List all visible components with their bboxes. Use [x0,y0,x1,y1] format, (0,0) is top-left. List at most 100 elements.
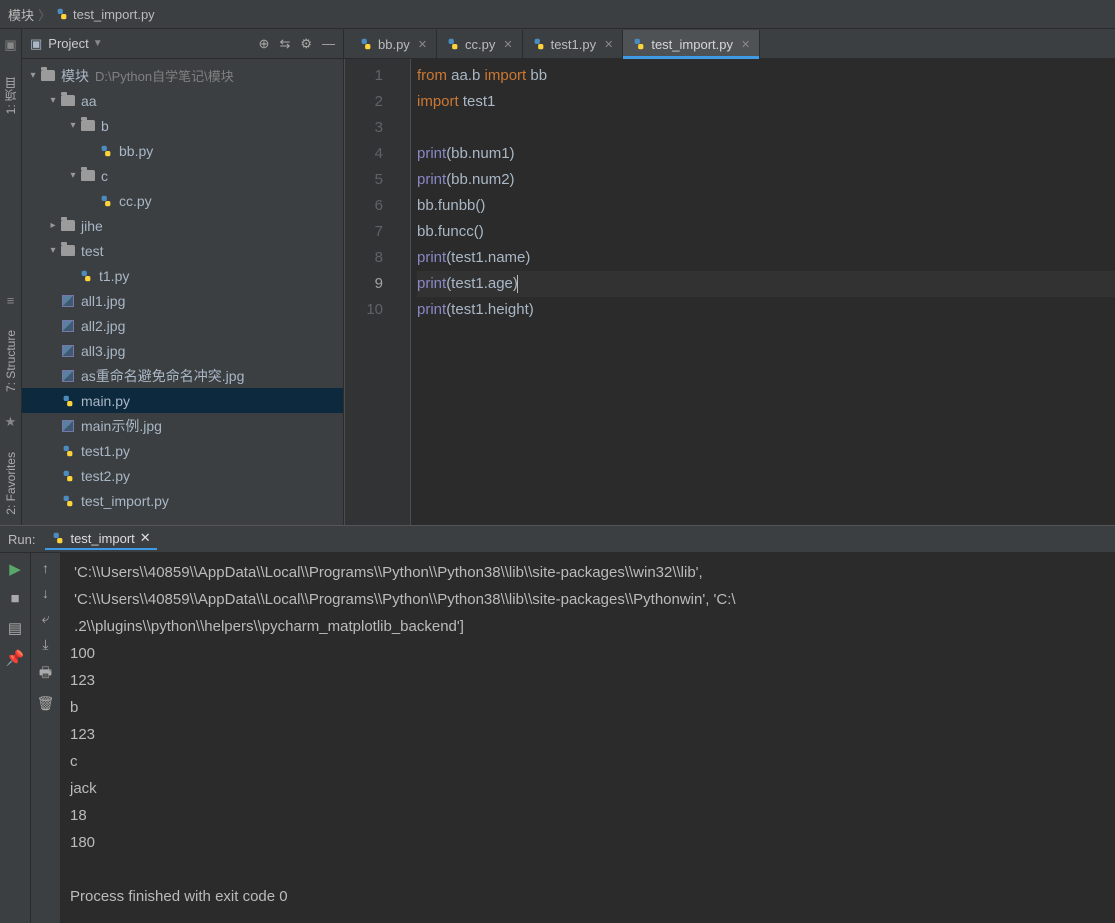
expand-toggle-icon[interactable]: ▾ [26,70,40,81]
tree-file-test1py[interactable]: test1.py [22,438,343,463]
python-file-icon [532,37,546,51]
python-file-icon [60,494,76,508]
tree-file-all3[interactable]: all3.jpg [22,338,343,363]
collapse-icon[interactable]: ⇆ [279,36,290,52]
code-body[interactable]: from aa.b import bb import test1 print(b… [411,59,1115,525]
hide-icon[interactable]: — [322,36,335,52]
stop-button-icon[interactable]: ■ [10,590,19,607]
python-file-icon [446,37,460,51]
tab-label: test_import.py [651,37,733,52]
tree-file-mainjpg[interactable]: main示例.jpg [22,413,343,438]
run-panel: Run: test_import ✕ ▶ ■ ▤ 📌 ↑ ↓ ⤶ ⤓ 🖶 🗑 [0,525,1115,923]
tab-label: bb.py [378,37,410,52]
project-view-icon: ▣ [30,36,42,52]
folder-icon [61,95,75,106]
breadcrumb-file[interactable]: test_import.py [55,7,155,22]
favorites-rail-icon[interactable]: ★ [5,414,17,430]
tree-folder-jihe[interactable]: ▸ jihe [22,213,343,238]
run-tab[interactable]: test_import ✕ [45,528,156,550]
image-file-icon [62,320,74,332]
image-file-icon [62,345,74,357]
python-file-icon [60,394,76,408]
breadcrumb: 模块 〉 test_import.py [0,0,1115,29]
tree-label: test_import.py [81,493,169,509]
tree-file-all2[interactable]: all2.jpg [22,313,343,338]
left-tool-rail: ▣ 1: 项目 ≡ 7: Structure ★ 2: Favorites [0,29,22,525]
structure-rail-icon[interactable]: ≡ [7,293,15,308]
image-file-icon [62,295,74,307]
tree-folder-c[interactable]: ▾c [22,163,343,188]
python-file-icon [60,469,76,483]
locate-icon[interactable]: ⊕ [259,36,270,52]
tree-root[interactable]: ▾ 模块 D:\Python自学笔记\模块 [22,63,343,88]
breadcrumb-root[interactable]: 模块 [8,5,34,24]
expand-toggle-icon[interactable]: ▾ [66,120,80,131]
tree-label: all1.jpg [81,293,125,309]
tree-label: jihe [81,218,103,234]
folder-icon [61,245,75,256]
python-file-icon [78,269,94,283]
rail-favorites-label[interactable]: 2: Favorites [4,452,18,515]
pin-button-icon[interactable]: 📌 [6,649,25,667]
python-file-icon [98,144,114,158]
expand-toggle-icon[interactable]: ▾ [46,95,60,106]
project-tree[interactable]: ▾ 模块 D:\Python自学笔记\模块 ▾aa ▾b bb.py ▾c cc… [22,59,343,525]
project-rail-icon[interactable]: ▣ [4,37,16,53]
tree-folder-aa[interactable]: ▾aa [22,88,343,113]
run-button-icon[interactable]: ▶ [9,560,21,578]
tree-file-testimport[interactable]: test_import.py [22,488,343,513]
tree-label: test [81,243,104,259]
softwrap-icon[interactable]: ⤶ [42,610,50,627]
run-tab-label: test_import [70,531,134,546]
tree-file-test2py[interactable]: test2.py [22,463,343,488]
scroll-down-icon[interactable]: ↓ [42,585,49,601]
tree-file-all1[interactable]: all1.jpg [22,288,343,313]
scroll-end-icon[interactable]: ⤓ [42,636,48,653]
tab-test1py[interactable]: test1.py✕ [523,30,624,58]
tree-file-bbpy[interactable]: bb.py [22,138,343,163]
gear-icon[interactable]: ⚙ [300,36,312,52]
tree-label: all3.jpg [81,343,125,359]
tab-label: cc.py [465,37,495,52]
close-icon[interactable]: ✕ [140,530,151,546]
chevron-down-icon: ▼ [93,38,103,49]
close-icon[interactable]: ✕ [418,38,427,51]
trash-icon[interactable]: 🗑 [37,695,55,712]
expand-toggle-icon[interactable]: ▾ [66,170,80,181]
run-toolbar-left: ▶ ■ ▤ 📌 [0,553,30,923]
fold-bar[interactable] [399,59,411,525]
print-icon[interactable]: 🖶 [39,662,52,686]
python-file-icon [98,194,114,208]
folder-icon [41,70,55,81]
project-header: ▣ Project ▼ ⊕ ⇆ ⚙ — [22,29,343,59]
expand-toggle-icon[interactable]: ▾ [46,245,60,256]
close-icon[interactable]: ✕ [741,38,750,51]
rail-project-label[interactable]: 1: 项目 [2,77,19,114]
tree-file-ccpy[interactable]: cc.py [22,188,343,213]
tab-ccpy[interactable]: cc.py ✕ [437,30,523,58]
tree-label: t1.py [99,268,129,284]
code-editor[interactable]: 12345678910 from aa.b import bb import t… [344,59,1115,525]
tree-folder-b[interactable]: ▾b [22,113,343,138]
project-selector[interactable]: Project ▼ [48,36,252,51]
tab-testimport[interactable]: test_import.py ✕ [623,30,760,58]
tree-file-asjpg[interactable]: as重命名避免命名冲突.jpg [22,363,343,388]
breadcrumb-file-label: test_import.py [73,7,155,22]
tree-file-t1py[interactable]: t1.py [22,263,343,288]
close-icon[interactable]: ✕ [503,38,512,51]
tab-bbpy[interactable]: bb.py ✕ [350,30,437,58]
scroll-up-icon[interactable]: ↑ [42,560,49,576]
console-output[interactable]: 'C:\\Users\\40859\\AppData\\Local\\Progr… [60,553,1115,923]
layout-button-icon[interactable]: ▤ [8,619,22,637]
tree-folder-test[interactable]: ▾ test [22,238,343,263]
close-icon[interactable]: ✕ [604,38,613,51]
expand-toggle-icon[interactable]: ▸ [46,220,60,231]
editor-column: bb.py✕ cc.py✕ test1.py✕ test_import.py✕ … [344,29,1115,525]
run-header: Run: test_import ✕ [0,526,1115,553]
tree-label: c [101,168,108,184]
folder-icon [81,120,95,131]
line-gutter: 12345678910 [345,59,399,525]
tree-file-mainpy[interactable]: main.py [22,388,343,413]
rail-structure-label[interactable]: 7: Structure [4,330,18,392]
project-panel: ▣ Project ▼ ⊕ ⇆ ⚙ — ▾ 模块 D:\Python自学笔记\模 [22,29,344,525]
